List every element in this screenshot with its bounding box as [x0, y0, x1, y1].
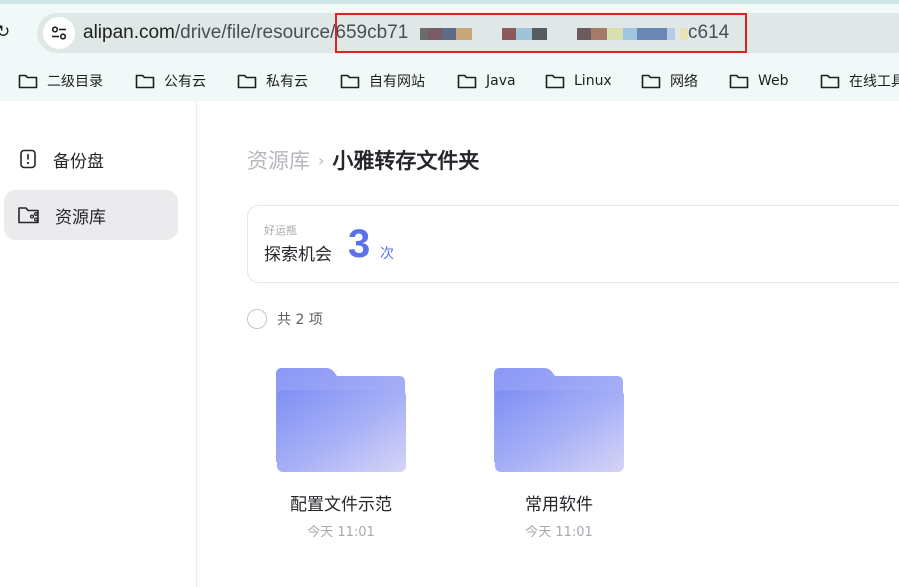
bookmark-label: 在线工具 [849, 74, 899, 90]
url-path: /drive/file/resource/ [174, 22, 336, 43]
chance-unit: 次 [380, 246, 394, 262]
breadcrumb-root-link[interactable]: 资源库 [247, 145, 310, 175]
bookmarks-bar: 二级目录 公有云 私有云 自有网站 Java Linux 网络 Web 在线工具 [0, 61, 899, 101]
list-header: 共 2 项 [247, 309, 323, 329]
backup-drive-icon [20, 149, 36, 169]
bookmark-folder-6[interactable]: 网络 [641, 70, 698, 92]
bookmark-label: 公有云 [164, 74, 206, 90]
folder-icon [276, 368, 406, 472]
folder-outline-icon [545, 74, 565, 89]
file-time: 今天 11:01 [525, 525, 593, 540]
folder-outline-icon [641, 74, 661, 89]
file-item[interactable]: 常用软件 今天 11:01 [459, 368, 659, 540]
sidebar-item-resource[interactable]: 资源库 [4, 190, 178, 240]
bookmark-label: 网络 [670, 74, 698, 90]
bookmark-folder-8[interactable]: 在线工具 [820, 70, 899, 92]
lucky-bottle-label: 好运瓶 [264, 224, 297, 237]
url-host: alipan.com [83, 22, 175, 43]
item-count: 共 2 项 [277, 312, 323, 328]
sidebar-item-label: 资源库 [55, 207, 106, 228]
folder-outline-icon [820, 74, 840, 89]
bookmark-label: 自有网站 [369, 74, 425, 90]
folder-icon [494, 368, 624, 472]
file-name: 常用软件 [525, 495, 593, 515]
file-name: 配置文件示范 [290, 495, 392, 515]
highlight-box [335, 13, 747, 53]
file-time: 今天 11:01 [307, 525, 375, 540]
bookmark-folder-4[interactable]: Java [457, 70, 516, 92]
folder-outline-icon [729, 74, 749, 89]
sidebar: 备份盘 资源库 [0, 101, 197, 587]
bookmark-label: 二级目录 [47, 74, 103, 90]
lucky-bottle-card[interactable]: 好运瓶 探索机会 3 次 [247, 205, 899, 283]
bookmark-folder-0[interactable]: 二级目录 [18, 70, 103, 92]
reload-icon[interactable]: ↻ [0, 23, 14, 41]
bookmark-folder-3[interactable]: 自有网站 [340, 70, 425, 92]
bookmark-folder-2[interactable]: 私有云 [237, 70, 308, 92]
bookmark-label: Java [486, 73, 516, 89]
file-item[interactable]: 配置文件示范 今天 11:01 [241, 368, 441, 540]
folder-outline-icon [237, 74, 257, 89]
site-info-button[interactable] [43, 17, 75, 49]
page-title: 小雅转存文件夹 [332, 149, 480, 173]
bookmark-label: 私有云 [266, 74, 308, 90]
folder-outline-icon [457, 74, 477, 89]
select-all-checkbox[interactable] [247, 309, 267, 329]
bookmark-folder-5[interactable]: Linux [545, 70, 612, 92]
sidebar-item-backup[interactable]: 备份盘 [4, 134, 178, 184]
tune-icon [51, 26, 67, 40]
chevron-right-icon: › [318, 150, 325, 170]
bookmark-folder-1[interactable]: 公有云 [135, 70, 206, 92]
folder-outline-icon [135, 74, 155, 89]
resource-folder-icon [18, 207, 39, 224]
bookmark-label: Web [758, 73, 789, 89]
sidebar-item-label: 备份盘 [53, 151, 104, 172]
bookmark-folder-7[interactable]: Web [729, 70, 789, 92]
folder-outline-icon [18, 74, 38, 89]
explore-chance-label: 探索机会 [264, 245, 332, 265]
folder-outline-icon [340, 74, 360, 89]
bookmark-label: Linux [574, 73, 612, 89]
breadcrumb: 资源库 › 小雅转存文件夹 [247, 145, 479, 175]
chance-count: 3 [348, 222, 371, 266]
